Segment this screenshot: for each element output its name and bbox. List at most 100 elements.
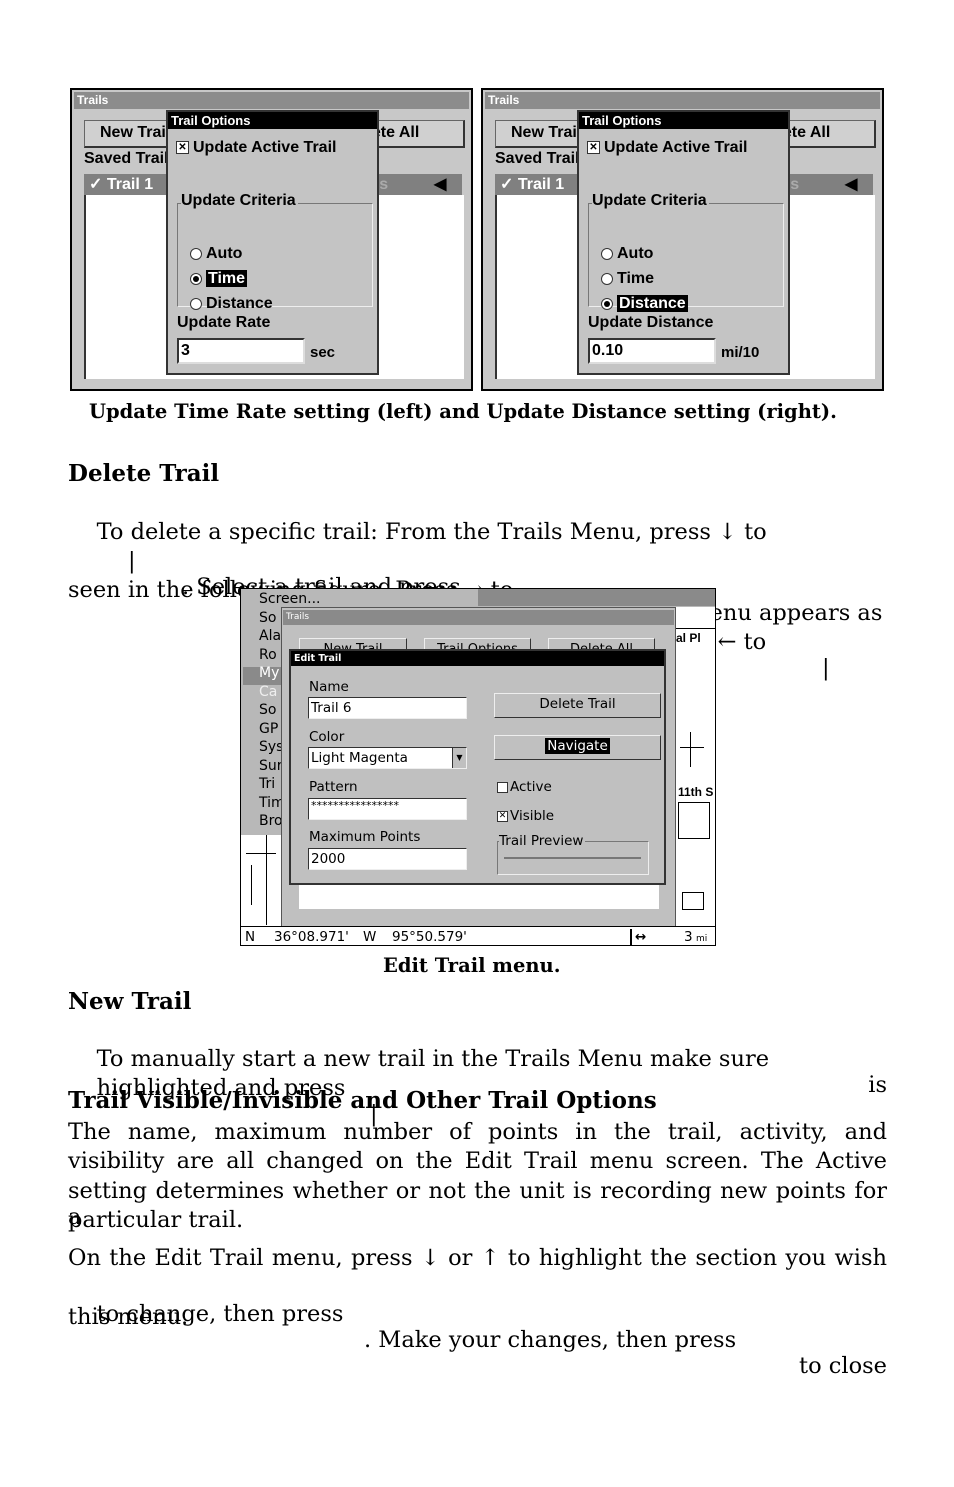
radio-time[interactable]: Time	[601, 270, 654, 288]
active-label: Active	[510, 779, 552, 795]
paragraph-line: particular trail.	[68, 1207, 244, 1233]
zoom-arrows-icon: ↔	[635, 929, 647, 945]
saved-trails-label: Saved Trails	[495, 150, 589, 167]
checkbox-checked-icon: ✕	[497, 810, 508, 822]
top-bar	[478, 589, 715, 606]
section-heading-delete-trail: Delete Trail	[68, 460, 220, 487]
popup-title: Trail Options	[579, 112, 788, 129]
map-label: al Pl	[676, 631, 701, 645]
window-title: Trails	[74, 92, 469, 109]
text: . Make your changes, then press	[364, 1327, 737, 1353]
radio-distance[interactable]: Distance	[190, 295, 273, 313]
longitude: 95°50.579'	[392, 929, 467, 945]
radio-label: Time	[617, 270, 655, 287]
chevron-down-icon[interactable]: ▼	[452, 748, 466, 768]
figure-caption: Update Time Rate setting (left) and Upda…	[89, 400, 837, 423]
radio-label: Auto	[206, 245, 243, 262]
color-label: Color	[309, 729, 345, 745]
value-label: Update Distance	[588, 314, 714, 331]
map-area-left	[241, 835, 283, 927]
section-heading-trail-visible: Trail Visible/Invisible and Other Trail …	[68, 1087, 657, 1114]
menu-item[interactable]: Tri	[259, 776, 275, 792]
checkbox-checked-icon: ✕	[587, 141, 600, 155]
paragraph-line: to change, then press . Make your change…	[68, 1275, 887, 1405]
menu-item[interactable]: Ro	[259, 647, 277, 663]
radio-time[interactable]: Time	[190, 270, 248, 288]
checkbox-label: Update Active Trail	[604, 139, 748, 156]
checkbox-icon	[497, 781, 508, 793]
menu-item[interactable]: Bro	[259, 813, 283, 829]
lat-hemisphere: N	[245, 929, 256, 945]
max-points-input[interactable]: 2000	[308, 848, 467, 870]
checkbox-checked-icon: ✕	[176, 141, 189, 155]
menu-item[interactable]: Screen...	[259, 591, 320, 607]
color-value: Light Magenta	[311, 750, 408, 766]
paragraph-line: this menu.	[68, 1304, 189, 1330]
radio-icon	[190, 297, 202, 310]
color-select[interactable]: Light Magenta ▼	[308, 747, 467, 769]
map-scale-unit: mi	[696, 934, 708, 944]
menu-item[interactable]: So	[259, 610, 276, 626]
new-trail-button[interactable]: New Trail	[511, 124, 581, 142]
arrow-left-icon: ◀	[845, 176, 858, 193]
value-input[interactable]: 0.10	[588, 338, 716, 364]
value-unit: sec	[310, 344, 336, 361]
name-input[interactable]: Trail 6	[308, 697, 467, 719]
window-title: Trails	[283, 610, 674, 625]
latitude: 36°08.971'	[274, 929, 349, 945]
menu-item[interactable]: Sur	[259, 758, 283, 774]
map-area-right: al Pl 11th S	[676, 607, 715, 927]
paragraph-line: The name, maximum number of points in th…	[68, 1119, 887, 1145]
popup-title: Trail Options	[168, 112, 377, 129]
trail-options-popup: Trail Options ✕ Update Active Trail Updat…	[577, 110, 790, 375]
figure-caption: Edit Trail menu.	[383, 954, 561, 977]
name-label: Name	[309, 679, 349, 695]
delete-trail-button[interactable]: Delete Trail	[494, 693, 661, 718]
update-active-trail-checkbox[interactable]: ✕ Update Active Trail	[176, 139, 336, 157]
radio-label: Auto	[617, 245, 654, 262]
value-label: Update Rate	[177, 314, 271, 331]
trail-list	[299, 885, 659, 909]
lon-hemisphere: W	[363, 929, 377, 945]
radio-auto[interactable]: Auto	[601, 245, 653, 263]
menu-item[interactable]: Ca	[259, 684, 277, 700]
arrow-left-icon: ◀	[434, 176, 447, 193]
edit-trail-dialog: Edit Trail Name Trail 6 Color Light Mage…	[289, 649, 666, 885]
visible-checkbox[interactable]: ✕ Visible	[497, 808, 554, 824]
radio-label: Distance	[617, 295, 688, 312]
window-title: Trails	[485, 92, 880, 109]
radio-label: Distance	[206, 295, 273, 312]
value-unit: mi/10	[721, 344, 760, 361]
section-heading-new-trail: New Trail	[68, 988, 192, 1015]
pattern-input[interactable]: ****************	[308, 798, 467, 820]
map-label: 11th S	[678, 785, 714, 799]
menu-item[interactable]: My	[259, 665, 279, 681]
radio-distance[interactable]: Distance	[601, 295, 688, 313]
active-checkbox[interactable]: Active	[497, 779, 552, 795]
radio-icon	[601, 247, 613, 260]
update-active-trail-checkbox[interactable]: ✕ Update Active Trail	[587, 139, 747, 157]
value-input[interactable]: 3	[177, 338, 305, 364]
group-label: Update Criteria	[181, 192, 298, 210]
text: to close	[799, 1353, 887, 1379]
trails-screenshot: Trails New Trail Trail Options Delete Al…	[481, 88, 884, 391]
menu-item[interactable]: Sys	[259, 739, 283, 755]
paragraph-line: visibility are all changed on the Edit T…	[68, 1148, 887, 1174]
saved-trails-label: Saved Trails	[84, 150, 178, 167]
menu-item[interactable]: Ala	[259, 628, 281, 644]
menu-item[interactable]: So	[259, 702, 276, 718]
new-trail-button[interactable]: New Trail	[100, 124, 170, 142]
max-points-label: Maximum Points	[309, 829, 421, 845]
trail-name: ✓ Trail 1	[500, 176, 565, 193]
menu-item[interactable]: GP	[259, 721, 278, 737]
trails-screenshot: Trails New Trail Trail Options Delete Al…	[70, 88, 473, 391]
divider	[630, 929, 632, 945]
visible-label: Visible	[510, 808, 555, 824]
trail-options-popup: Trail Options ✕ Update Active Trail Updat…	[166, 110, 379, 375]
navigate-button[interactable]: Navigate	[494, 735, 661, 760]
radio-selected-icon	[190, 272, 202, 285]
checkbox-label: Update Active Trail	[193, 139, 337, 156]
radio-auto[interactable]: Auto	[190, 245, 242, 263]
radio-icon	[190, 247, 202, 260]
manual-page: Trails New Trail Trail Options Delete Al…	[0, 0, 954, 1487]
